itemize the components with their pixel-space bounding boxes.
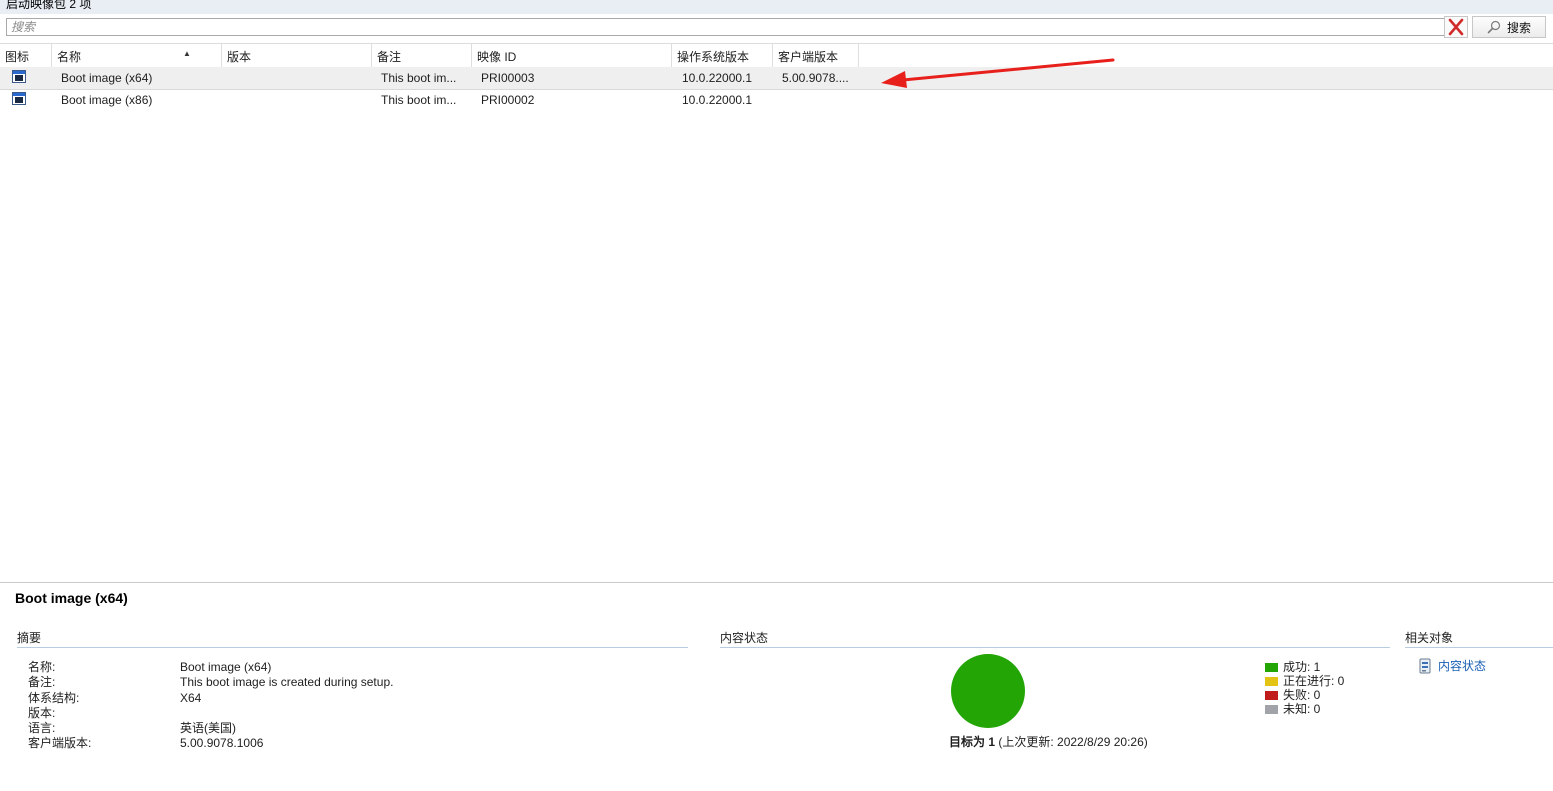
search-button-label: 搜索 — [1506, 20, 1531, 35]
summary-label-comment: 备注: — [28, 675, 56, 689]
clear-search-button[interactable] — [1444, 16, 1468, 38]
row-os-version: 10.0.22000.1 — [682, 71, 753, 85]
legend-label: 失败: 0 — [1283, 688, 1321, 702]
column-header-os-version[interactable]: 操作系统版本 — [672, 44, 773, 68]
related-objects-heading-label: 相关对象 — [1405, 631, 1454, 645]
legend-swatch — [1265, 705, 1278, 714]
row-image-id: PRI00003 — [481, 71, 535, 85]
legend-unknown: 未知: 0 — [1265, 702, 1344, 716]
column-header-image-id[interactable]: 映像 ID — [472, 44, 672, 68]
search-input[interactable] — [6, 18, 1448, 36]
content-status-heading-label: 内容状态 — [720, 631, 769, 645]
legend-failed: 失败: 0 — [1265, 688, 1344, 702]
annotation-arrow — [881, 58, 1115, 88]
panel-divider[interactable] — [0, 582, 1553, 583]
summary-heading-label: 摘要 — [17, 631, 42, 645]
summary-label-version: 版本: — [28, 706, 56, 720]
row-name: Boot image (x64) — [61, 71, 153, 85]
related-objects-heading: 相关对象 — [1405, 629, 1553, 648]
row-os-version: 10.0.22000.1 — [682, 93, 753, 107]
content-status-icon — [1419, 658, 1431, 673]
last-update: (上次更新: 2022/8/29 20:26) — [998, 735, 1148, 749]
sort-ascending-icon: ▲ — [183, 49, 191, 58]
page-title: 启动映像包 2 项 — [6, 0, 92, 11]
summary-label-name: 名称: — [28, 660, 56, 674]
column-header-client-version[interactable]: 客户端版本 — [773, 44, 859, 68]
legend-swatch — [1265, 663, 1278, 672]
row-client-version: 5.00.9078.... — [782, 71, 849, 85]
legend-in-progress: 正在进行: 0 — [1265, 674, 1344, 688]
row-name: Boot image (x86) — [61, 93, 153, 107]
header-bar: 启动映像包 2 项 — [0, 0, 1553, 14]
table-row[interactable]: Boot image (x86) This boot im... PRI0000… — [0, 89, 1553, 111]
content-status-legend: 成功: 1 正在进行: 0 失败: 0 未知: 0 — [1265, 660, 1344, 716]
row-image-id: PRI00002 — [481, 93, 535, 107]
content-status-caption: 目标为 1 (上次更新: 2022/8/29 20:26) — [949, 733, 1148, 750]
legend-swatch — [1265, 677, 1278, 686]
summary-value-name: Boot image (x64) — [180, 660, 272, 674]
column-header-row: 图标 名称 ▲ 版本 备注 映像 ID 操作系统版本 客户端版本 — [0, 43, 1553, 69]
column-header-name-label: 名称 — [57, 50, 82, 64]
details-title: Boot image (x64) — [15, 590, 128, 606]
column-header-comment[interactable]: 备注 — [372, 44, 472, 68]
summary-heading: 摘要 — [17, 629, 688, 648]
search-button[interactable]: 搜索 — [1472, 16, 1546, 38]
summary-value-comment: This boot image is created during setup. — [180, 675, 394, 689]
content-status-heading: 内容状态 — [720, 629, 1390, 648]
summary-value-architecture: X64 — [180, 691, 202, 705]
legend-success: 成功: 1 — [1265, 660, 1344, 674]
content-status-link-label: 内容状态 — [1438, 659, 1487, 673]
boot-image-icon — [12, 70, 26, 83]
summary-label-client-version: 客户端版本: — [28, 736, 92, 750]
column-header-name[interactable]: 名称 ▲ — [52, 44, 222, 68]
search-icon — [1487, 20, 1501, 34]
row-comment: This boot im... — [381, 71, 457, 85]
content-status-pie — [951, 654, 1025, 728]
column-header-icon[interactable]: 图标 — [0, 44, 52, 68]
legend-swatch — [1265, 691, 1278, 700]
row-comment: This boot im... — [381, 93, 457, 107]
table-row[interactable]: Boot image (x64) This boot im... PRI0000… — [0, 67, 1553, 90]
summary-label-architecture: 体系结构: — [28, 691, 80, 705]
close-icon — [1448, 18, 1464, 36]
summary-label-language: 语言: — [28, 721, 56, 735]
legend-label: 未知: 0 — [1283, 702, 1321, 716]
boot-image-icon — [12, 92, 26, 105]
target-label: 目标为 1 — [949, 735, 996, 749]
legend-label: 正在进行: 0 — [1283, 674, 1345, 688]
legend-label: 成功: 1 — [1283, 660, 1321, 674]
content-status-link[interactable]: 内容状态 — [1418, 657, 1486, 674]
column-header-version[interactable]: 版本 — [222, 44, 372, 68]
summary-value-client-version: 5.00.9078.1006 — [180, 736, 264, 750]
summary-value-language: 英语(美国) — [180, 721, 236, 735]
